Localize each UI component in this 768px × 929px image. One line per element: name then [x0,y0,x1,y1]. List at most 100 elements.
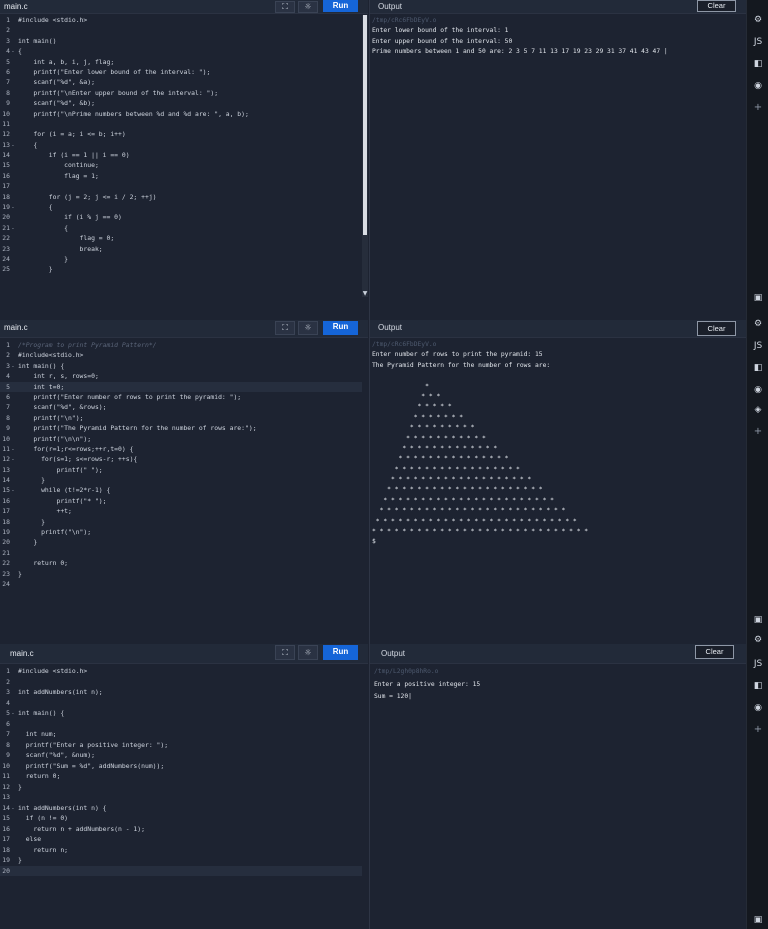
fullscreen-icon[interactable]: ⛶ [275,645,295,660]
theme-icon[interactable]: ☼ [298,645,318,660]
php-icon[interactable]: ◧ [747,362,768,374]
code-line[interactable]: 12- for(s=1; s<=rows-r; ++s){ [0,454,362,464]
code-line[interactable]: 24 } [0,254,362,264]
php-icon[interactable]: ◧ [747,58,768,70]
code-editor[interactable]: main.c ⛶ ☼ Run 1 /*Program to print Pyram… [0,320,368,644]
code-line[interactable]: 8 printf("Enter a positive integer: "); [0,740,362,751]
code-line[interactable]: 8 printf("\n"); [0,413,362,423]
code-line[interactable]: 12} [0,782,362,793]
code-line[interactable]: 13- { [0,140,362,150]
code-line[interactable]: 5- int main() { [0,708,362,719]
code-line[interactable]: 11 [0,119,362,129]
code-line[interactable]: 24 [0,579,362,589]
add-icon[interactable]: + [747,102,768,114]
editor-scrollbar[interactable] [362,15,368,297]
file-tab[interactable]: main.c [4,321,28,335]
javascript-icon[interactable]: JS [747,340,768,352]
code-line[interactable]: 2 [0,677,362,688]
code-line[interactable]: 3 int addNumbers(int n); [0,687,362,698]
php-icon[interactable]: ◧ [747,680,768,692]
code-line[interactable]: 9 scanf("%d", &num); [0,750,362,761]
run-button[interactable]: Run [323,0,358,12]
output-console[interactable]: /tmp/cRc6FbDEyV.o Enter lower bound of th… [372,16,742,58]
code-line[interactable]: 10 printf("\n\n"); [0,434,362,444]
code-editor[interactable]: main.c ⛶ ☼ Run 1 #include <stdio.h> 2 3 int … [0,644,368,929]
code-line[interactable]: 5 int a, b, i, j, flag; [0,57,362,67]
code-line[interactable]: 4-{ [0,46,362,56]
code-line[interactable]: 2 #include<stdio.h> [0,350,362,360]
code-line[interactable]: 10 printf("Sum = %d", addNumbers(num)); [0,761,362,772]
code-line[interactable]: 14 if (i == 1 || i == 0) [0,150,362,160]
code-line[interactable]: 7 scanf("%d", &a); [0,77,362,87]
code-line[interactable]: 16 flag = 1; [0,171,362,181]
javascript-icon[interactable]: JS [747,658,768,670]
code-line[interactable]: 1 #include <stdio.h> [0,666,362,677]
code-line[interactable]: 13 [0,792,362,803]
code-line[interactable]: 18 } [0,517,362,527]
file-tab[interactable]: main.c [4,0,28,14]
code-line[interactable]: 14- int addNumbers(int n) { [0,803,362,814]
clear-button[interactable]: Clear [697,0,736,12]
fullscreen-icon[interactable]: ⛶ [275,1,295,13]
csharp-icon[interactable]: ◉ [747,80,768,92]
code-line[interactable]: 6 printf("Enter number of rows to print … [0,392,362,402]
code-line[interactable]: 2 [0,25,362,35]
code-icon[interactable]: ⚙ [747,318,768,330]
code-line[interactable]: 5 int t=0; [0,381,362,392]
code-line[interactable]: 15 if (n != 0) [0,813,362,824]
code-icon[interactable]: ⚙ [747,14,768,26]
code-line[interactable]: 10 printf("\nPrime numbers between %d an… [0,109,362,119]
panel-toggle-icon[interactable]: ▣ [747,292,768,304]
code-icon[interactable]: ⚙ [747,634,768,646]
run-button[interactable]: Run [323,321,358,335]
code-editor[interactable]: main.c ⛶ ☼ Run 1 #include <stdio.h> 2 3 int … [0,0,368,320]
code-line[interactable]: 1 /*Program to print Pyramid Pattern*/ [0,340,362,350]
code-line[interactable]: 20 [0,865,362,876]
code-line[interactable]: 22 flag = 0; [0,233,362,243]
code-line[interactable]: 17 else [0,834,362,845]
code-line[interactable]: 14 } [0,475,362,485]
fold-marker[interactable]: - [10,485,18,495]
code-line[interactable]: 1 #include <stdio.h> [0,15,362,25]
theme-icon[interactable]: ☼ [298,1,318,13]
fold-marker[interactable]: - [10,444,18,454]
code-line[interactable]: 12 for (i = a; i <= b; i++) [0,129,362,139]
fold-marker[interactable]: - [10,708,18,719]
code-line[interactable]: 3- int main() { [0,361,362,371]
code-line[interactable]: 4 int r, s, rows=0; [0,371,362,381]
code-line[interactable]: 23 break; [0,244,362,254]
go-icon[interactable]: ◈ [747,404,768,416]
add-icon[interactable]: + [747,724,768,736]
code-line[interactable]: 16 return n + addNumbers(n - 1); [0,824,362,835]
output-console[interactable]: /tmp/cRc6FbDEyV.o Enter number of rows to… [372,340,742,548]
scrollbar-thumb[interactable] [363,15,367,235]
code-line[interactable]: 25 } [0,264,362,274]
fullscreen-icon[interactable]: ⛶ [275,321,295,335]
code-lines[interactable]: 1 #include <stdio.h> 2 3 int main() 4-{5 int … [0,15,362,275]
scroll-down-icon[interactable]: ▼ [362,290,368,298]
fold-marker[interactable]: - [10,202,18,212]
clear-button[interactable]: Clear [695,645,734,659]
code-line[interactable]: 7 scanf("%d", &rows); [0,402,362,412]
panel-toggle-icon[interactable]: ▣ [747,614,768,626]
code-line[interactable]: 4 [0,698,362,709]
code-line[interactable]: 20 if (i % j == 0) [0,212,362,222]
code-line[interactable]: 11 return 0; [0,771,362,782]
panel-toggle-icon[interactable]: ▣ [747,914,768,926]
code-line[interactable]: 8 printf("\nEnter upper bound of the int… [0,88,362,98]
code-line[interactable]: 19 printf("\n"); [0,527,362,537]
code-line[interactable]: 21- { [0,223,362,233]
run-button[interactable]: Run [323,645,358,660]
code-line[interactable]: 23} [0,569,362,579]
code-line[interactable]: 6 printf("Enter lower bound of the inter… [0,67,362,77]
fold-marker[interactable]: - [10,361,18,371]
fold-marker[interactable]: - [10,454,18,464]
add-icon[interactable]: + [747,426,768,438]
fold-marker[interactable]: - [10,223,18,233]
csharp-icon[interactable]: ◉ [747,384,768,396]
code-line[interactable]: 3 int main() [0,36,362,46]
output-console[interactable]: /tmp/L2gh0p8hRo.o Enter a positive intege… [374,666,742,704]
code-line[interactable]: 9 scanf("%d", &b); [0,98,362,108]
code-line[interactable]: 15- while (t!=2*r-1) { [0,485,362,495]
fold-marker[interactable]: - [10,140,18,150]
